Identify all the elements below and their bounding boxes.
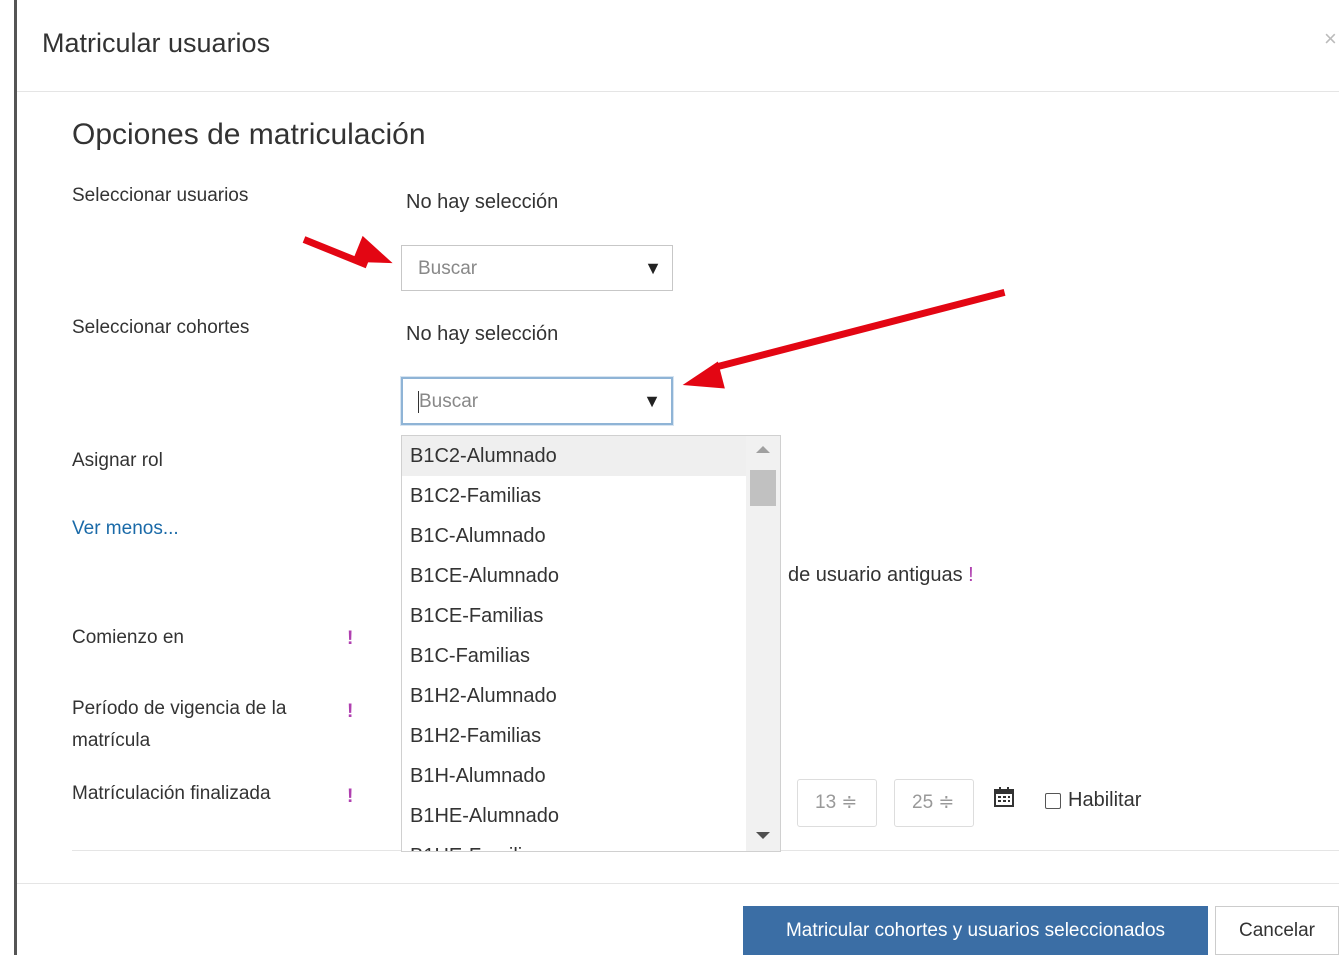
cohort-option[interactable]: B1C2-Alumnado xyxy=(402,436,750,476)
start-label: Comienzo en xyxy=(72,627,184,648)
recover-grades-partial-label: de usuario antiguas ! xyxy=(788,564,974,586)
left-border xyxy=(14,0,17,955)
cohort-option[interactable]: B1H-Alumnado xyxy=(402,756,750,796)
select-cohorts-status: No hay selección xyxy=(406,323,559,345)
cohort-option[interactable]: B1H2-Familias xyxy=(402,716,750,756)
cohort-option[interactable]: B1HE-Alumnado xyxy=(402,796,750,836)
help-icon[interactable]: ! xyxy=(347,701,353,723)
select-cohorts-placeholder: Buscar xyxy=(419,391,479,412)
select-users-placeholder: Buscar xyxy=(418,258,478,279)
cohort-dropdown-list[interactable]: B1C2-Alumnado B1C2-Familias B1C-Alumnado B1… xyxy=(401,435,781,852)
annotation-arrowhead-cohorts xyxy=(679,361,725,399)
select-users-label: Seleccionar usuarios xyxy=(72,185,249,206)
footer-divider xyxy=(17,883,1339,884)
scrollbar-thumb[interactable] xyxy=(750,470,776,506)
cohort-option[interactable]: B1H2-Alumnado xyxy=(402,676,750,716)
section-title: Opciones de matriculación xyxy=(72,118,426,151)
show-less-link[interactable]: Ver menos... xyxy=(72,518,179,540)
chevron-down-icon[interactable]: ▼ xyxy=(644,258,662,279)
help-icon[interactable]: ! xyxy=(968,564,974,586)
cohort-option[interactable]: B1C-Familias xyxy=(402,636,750,676)
cohort-option[interactable]: B1CE-Alumnado xyxy=(402,556,750,596)
help-icon[interactable]: ! xyxy=(347,628,353,650)
annotation-arrowhead-users xyxy=(352,235,398,277)
select-users-input[interactable]: Buscar ▼ xyxy=(401,245,673,291)
cohort-option[interactable]: B1CE-Familias xyxy=(402,596,750,636)
select-cohorts-label: Seleccionar cohortes xyxy=(72,317,250,338)
duration-label-line2: matrícula xyxy=(72,730,151,751)
enrol-submit-button[interactable]: Matricular cohortes y usuarios seleccion… xyxy=(743,906,1208,955)
chevron-down-icon[interactable]: ▼ xyxy=(643,391,661,412)
scroll-down-icon[interactable] xyxy=(756,832,770,839)
scrollbar[interactable] xyxy=(746,436,780,851)
scroll-up-icon[interactable] xyxy=(756,446,770,453)
enable-end-checkbox[interactable] xyxy=(1045,793,1061,809)
end-hour-select[interactable]: 13 ≑ xyxy=(797,779,877,827)
cohort-option[interactable]: B1C-Alumnado xyxy=(402,516,750,556)
close-icon[interactable]: × xyxy=(1324,26,1337,52)
cohort-option[interactable]: B1C2-Familias xyxy=(402,476,750,516)
select-cohorts-input[interactable]: Buscar ▼ xyxy=(401,377,673,425)
enable-end-label[interactable]: Habilitar xyxy=(1068,789,1141,812)
modal-title: Matricular usuarios xyxy=(42,28,271,58)
calendar-icon[interactable] xyxy=(993,786,1015,808)
help-icon[interactable]: ! xyxy=(347,786,353,808)
header-divider xyxy=(17,91,1339,92)
assign-role-label: Asignar rol xyxy=(72,450,163,471)
annotation-arrow-cohorts xyxy=(717,288,1006,370)
cohort-option[interactable]: B1HE-Familias xyxy=(402,836,750,851)
select-users-status: No hay selección xyxy=(406,191,559,213)
cancel-button[interactable]: Cancelar xyxy=(1215,906,1339,955)
duration-label-line1: Período de vigencia de la xyxy=(72,698,287,719)
end-label: Matrículación finalizada xyxy=(72,783,271,804)
end-minute-select[interactable]: 25 ≑ xyxy=(894,779,974,827)
